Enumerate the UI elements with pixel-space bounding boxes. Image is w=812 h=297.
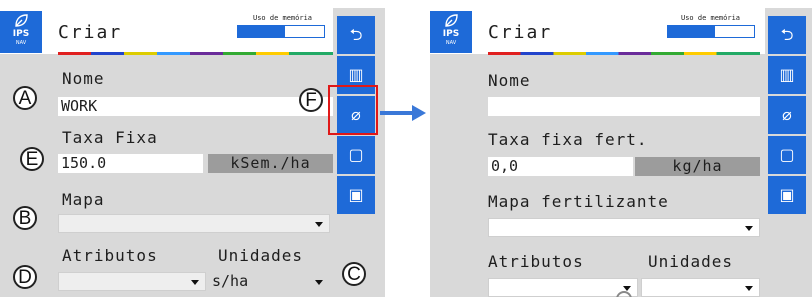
memory-usage-fill bbox=[668, 26, 716, 37]
callout-c: C bbox=[342, 262, 366, 286]
chevron-down-icon bbox=[191, 280, 199, 285]
map-icon: ▥ bbox=[779, 65, 795, 84]
callout-e: E bbox=[20, 147, 44, 171]
create-form: Nome WORK Taxa Fixa 150.0 kSem./ha Mapa … bbox=[58, 56, 333, 297]
ips-logo: IPS NAV bbox=[0, 11, 42, 53]
map-button[interactable]: ▥ bbox=[768, 56, 806, 94]
callout-b: B bbox=[13, 206, 37, 230]
map-icon: ▥ bbox=[348, 65, 364, 84]
undo-button[interactable]: ⮌ bbox=[768, 16, 806, 54]
color-stripe bbox=[488, 52, 760, 55]
units-dropdown[interactable]: s/ha bbox=[208, 272, 330, 291]
save-icon: ▣ bbox=[779, 185, 795, 204]
fixed-rate-input[interactable]: 0,0 bbox=[488, 157, 633, 176]
logo-subtext: NAV bbox=[445, 40, 457, 46]
fertilizer-map-dropdown[interactable] bbox=[488, 218, 760, 237]
transition-arrow-icon bbox=[380, 105, 426, 121]
leaf-icon: ⌀ bbox=[782, 105, 792, 124]
units-dropdown-value: s/ha bbox=[212, 272, 249, 290]
map-dropdown[interactable] bbox=[58, 214, 330, 233]
leaf-icon bbox=[15, 14, 28, 27]
square-button[interactable]: ▢ bbox=[337, 136, 375, 174]
name-label: Nome bbox=[488, 71, 531, 90]
callout-a: A bbox=[13, 86, 37, 110]
undo-button[interactable]: ⮌ bbox=[337, 16, 375, 54]
callout-f: F bbox=[299, 88, 323, 112]
square-icon: ▢ bbox=[348, 145, 364, 164]
square-icon: ▢ bbox=[779, 145, 795, 164]
save-icon: ▣ bbox=[348, 185, 364, 204]
undo-icon: ⮌ bbox=[349, 25, 363, 44]
memory-usage-label: Uso de memória bbox=[253, 14, 313, 22]
fixed-rate-label: Taxa fixa fert. bbox=[488, 130, 648, 149]
map-label: Mapa bbox=[62, 190, 105, 209]
page-title: Criar bbox=[58, 22, 123, 43]
logo-subtext: NAV bbox=[15, 40, 27, 46]
logo-text: IPS bbox=[442, 29, 460, 39]
units-dropdown[interactable] bbox=[641, 278, 760, 297]
memory-usage-fill bbox=[238, 26, 286, 37]
header-bar: IPS NAV Criar Uso de memória bbox=[430, 8, 765, 54]
name-input[interactable] bbox=[488, 97, 760, 116]
leaf-button[interactable]: ⌀ bbox=[768, 96, 806, 134]
save-button[interactable]: ▣ bbox=[768, 176, 806, 214]
units-label: Unidades bbox=[218, 246, 304, 265]
page-title: Criar bbox=[488, 22, 553, 43]
fixed-rate-input[interactable]: 150.0 bbox=[58, 154, 203, 173]
highlight-box bbox=[328, 85, 378, 135]
attributes-label: Atributos bbox=[488, 252, 584, 271]
fixed-rate-unit: kg/ha bbox=[635, 157, 760, 176]
leaf-icon bbox=[445, 14, 458, 27]
name-label: Nome bbox=[62, 69, 105, 88]
side-toolbar: ⮌ ▥ ⌀ ▢ ▣ bbox=[768, 16, 806, 216]
undo-icon: ⮌ bbox=[780, 25, 794, 44]
memory-usage-label: Uso de memória bbox=[681, 14, 741, 22]
chevron-down-icon bbox=[315, 222, 323, 227]
fixed-rate-label: Taxa Fixa bbox=[62, 128, 158, 147]
memory-usage-bar bbox=[667, 25, 755, 38]
screen-after: IPS NAV Criar Uso de memória Nome Taxa f… bbox=[430, 8, 812, 297]
color-stripe bbox=[58, 52, 333, 55]
units-label: Unidades bbox=[648, 252, 734, 271]
attributes-dropdown[interactable] bbox=[488, 278, 638, 297]
attributes-label: Atributos bbox=[62, 246, 158, 265]
chevron-down-icon bbox=[745, 286, 753, 291]
ips-logo: IPS NAV bbox=[430, 11, 472, 53]
fixed-rate-unit: kSem./ha bbox=[208, 154, 333, 173]
memory-usage-bar bbox=[237, 25, 325, 38]
chevron-down-icon bbox=[745, 226, 753, 231]
chevron-down-icon bbox=[315, 280, 323, 285]
callout-d: D bbox=[13, 265, 37, 289]
square-button[interactable]: ▢ bbox=[768, 136, 806, 174]
name-input[interactable]: WORK bbox=[58, 97, 333, 116]
screen-before: IPS NAV Criar Uso de memória Nome WORK T… bbox=[0, 8, 385, 297]
header-bar: IPS NAV Criar Uso de memória bbox=[0, 8, 333, 54]
create-form: Nome Taxa fixa fert. 0,0 kg/ha Mapa fert… bbox=[488, 56, 760, 297]
logo-text: IPS bbox=[12, 29, 30, 39]
fertilizer-map-label: Mapa fertilizante bbox=[488, 192, 669, 211]
attributes-dropdown[interactable] bbox=[58, 272, 206, 291]
save-button[interactable]: ▣ bbox=[337, 176, 375, 214]
